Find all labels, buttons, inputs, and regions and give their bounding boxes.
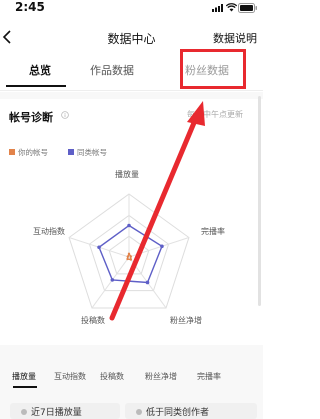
- radar-axis-label-interaction: 互动指数: [33, 227, 65, 236]
- radar-axis-label-completion: 完播率: [201, 227, 225, 236]
- stat-card-label: 低于同类创作者: [146, 408, 210, 418]
- metric-tabs: 播放量 互动指数 投稿数 粉丝净增 完播率: [0, 364, 263, 384]
- legend-swatch-peer: [68, 149, 74, 155]
- tab-overview[interactable]: 总览: [18, 62, 62, 78]
- legend-label-peer: 同类帐号: [77, 148, 107, 157]
- metric-tab-posts[interactable]: 投稿数: [100, 371, 124, 382]
- radar-axis-label-posts: 投稿数: [81, 316, 105, 325]
- section-title: 帐号诊断: [9, 111, 53, 124]
- metric-tab-underline: [13, 386, 37, 388]
- radar-axis-line: [91, 256, 130, 309]
- signal-icon: [212, 4, 223, 12]
- wifi-icon: [226, 3, 237, 12]
- radar-chart: [68, 193, 190, 309]
- update-note: 每日中午点更新: [187, 110, 243, 119]
- radar-point-1-0: [127, 223, 131, 228]
- tab-works-data[interactable]: 作品数据: [72, 62, 152, 78]
- battery-icon: [238, 3, 257, 13]
- radar-point-0-3: [126, 257, 129, 261]
- radar-point-1-1: [160, 244, 164, 249]
- scrollbar[interactable]: [258, 96, 261, 306]
- legend-label-mine: 你的帐号: [18, 148, 48, 157]
- radar-point-1-2: [145, 280, 150, 285]
- radar-axis-label-fans: 粉丝净增: [170, 316, 202, 325]
- bullet-icon: [136, 409, 142, 415]
- radar-axis-label-play: 播放量: [115, 170, 139, 179]
- legend-swatch-mine: [9, 149, 15, 155]
- metric-tab-completion[interactable]: 完播率: [197, 371, 221, 382]
- legend-item-mine: 你的帐号: [9, 147, 48, 158]
- status-time: 2:45: [15, 0, 45, 14]
- stat-card-plays[interactable]: 近7日播放量: [10, 403, 120, 419]
- data-explanation-link[interactable]: 数据说明: [213, 30, 257, 46]
- radar-point-1-4: [97, 245, 101, 250]
- radar-point-0-2: [129, 258, 133, 261]
- bullet-icon: [21, 409, 27, 415]
- status-bar: 2:45: [0, 0, 263, 20]
- metric-tab-play[interactable]: 播放量: [12, 371, 36, 382]
- tab-underline: [6, 85, 66, 87]
- metric-tab-interaction[interactable]: 互动指数: [54, 371, 86, 382]
- radar-point-0-0: [127, 252, 131, 256]
- divider: [0, 90, 263, 91]
- radar-point-0-1: [129, 255, 132, 258]
- info-icon[interactable]: [61, 111, 69, 119]
- legend-item-peer: 同类帐号: [68, 147, 107, 158]
- radar-point-0-4: [126, 255, 130, 258]
- highlight-box: [180, 49, 246, 89]
- metric-tab-fans[interactable]: 粉丝净增: [145, 371, 177, 382]
- stat-card-comparison[interactable]: 低于同类创作者: [125, 403, 257, 419]
- stat-card-label: 近7日播放量: [31, 408, 82, 418]
- radar-point-1-3: [110, 278, 115, 282]
- nav-bar: 数据中心 数据说明: [0, 26, 263, 50]
